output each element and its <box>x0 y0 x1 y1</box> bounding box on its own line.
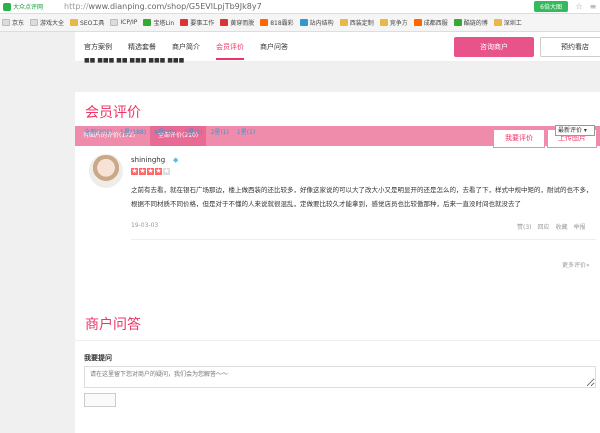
folder-icon <box>339 19 348 26</box>
bookmark-folder[interactable]: SEO工具 <box>70 18 104 27</box>
site-icon <box>453 19 462 26</box>
review-username[interactable]: shininghg <box>131 156 165 164</box>
star-icon: ★ <box>139 167 146 175</box>
book-visit-button[interactable]: 预约看店 <box>540 37 600 57</box>
bookmark-folder[interactable]: 深圳工 <box>493 18 522 27</box>
bookmark-item[interactable]: 京东 <box>2 18 24 27</box>
star-icon[interactable]: ☆ <box>572 2 586 11</box>
site-icon <box>413 19 422 26</box>
folder-icon <box>70 19 79 26</box>
qa-panel: 商户问答 我要提问 <box>75 300 600 433</box>
bookmark-folder[interactable]: 西装定制 <box>339 18 374 27</box>
url-protocol: http:// <box>64 2 89 11</box>
tab-official-cases[interactable]: 官方案例 <box>84 42 112 52</box>
folder-icon <box>493 19 502 26</box>
bookmark-item[interactable]: 818霸彩 <box>260 18 294 27</box>
page-icon <box>110 19 119 26</box>
scrolled-content-remnant: ■■ ■■■ ■■ ■■■ ■■■ ■■■ <box>84 57 185 64</box>
qa-title: 商户问答 <box>85 317 141 333</box>
bookmark-item[interactable]: 酷链的博 <box>453 18 488 27</box>
consult-button[interactable]: 咨询商户 <box>454 37 534 57</box>
tab-title-text: 大众点评网 <box>13 4 44 11</box>
favorite-button[interactable]: 收藏 <box>556 222 568 231</box>
star-rating: ★ ★ ★ ★ ★ <box>131 168 170 175</box>
shop-nav: 官方案例 精选套餐 商户简介 会员评价 商户问答 咨询商户 预约看店 ■■ ■■… <box>75 32 600 64</box>
star-icon: ★ <box>131 167 138 175</box>
like-button[interactable]: 赞(3) <box>517 222 532 231</box>
bookmark-item[interactable]: 黄穿而脱 <box>220 18 254 27</box>
report-button[interactable]: 举报 <box>574 222 586 231</box>
bookmark-item[interactable]: ICP/IP <box>110 19 137 26</box>
sort-select[interactable]: 最新评价 ▾ <box>555 125 595 136</box>
tab-shop-qa[interactable]: 商户问答 <box>260 42 288 52</box>
bookmark-item[interactable]: 要事工作 <box>180 18 214 27</box>
tab-featured-packages[interactable]: 精选套餐 <box>128 42 156 52</box>
divider <box>75 340 600 341</box>
review-text: 之前有去看，就在银石广场那边，楼上做西装的还比较多，好像这家说的可以大了改大小又… <box>131 186 593 208</box>
site-icon <box>260 19 269 26</box>
more-icon[interactable]: ≡ <box>586 2 600 11</box>
site-icon <box>299 19 308 26</box>
tab-shop-intro[interactable]: 商户简介 <box>172 42 200 52</box>
bookmark-item[interactable]: 宝塔Lin <box>143 18 174 27</box>
bookmark-item[interactable]: 游戏大全 <box>30 18 64 27</box>
url-field[interactable]: http://www.dianping.com/shop/G5EVlLpjTb9… <box>60 2 534 11</box>
bookmark-folder[interactable]: 竞争方 <box>379 18 408 27</box>
review-date: 19-03-03 <box>131 222 159 229</box>
star-icon: ★ <box>147 167 154 175</box>
write-review-button[interactable]: 我要评价 <box>493 129 545 148</box>
filter-1-star[interactable]: 1星(1) <box>237 127 255 136</box>
bookmark-item[interactable]: 成都西服 <box>413 18 448 27</box>
review-actions: 赞(3) 回应 收藏 举报 <box>517 222 586 231</box>
avatar[interactable] <box>89 154 123 188</box>
browser-tab[interactable]: 大众点评网 <box>0 2 60 11</box>
more-reviews-link[interactable]: 更多评价» <box>562 260 590 269</box>
divider <box>131 239 596 240</box>
reviews-title: 会员评价 <box>85 105 141 121</box>
filter-3-star[interactable]: 3星(1) <box>184 127 202 136</box>
bookmarks-bar: 京东 游戏大全 SEO工具 ICP/IP 宝塔Lin 要事工作 黄穿而脱 818… <box>0 14 600 32</box>
dianping-favicon-icon <box>3 2 11 11</box>
browser-address-bar: 大众点评网 http://www.dianping.com/shop/G5EVl… <box>0 0 600 14</box>
filter-all[interactable]: 全部(201) <box>84 127 112 136</box>
rating-filters: 全部(201) 5星(188) 4星(10) 3星(1) 2星(1) 1星(1) <box>84 127 255 136</box>
site-icon <box>143 19 152 26</box>
image-zoom-extension-button[interactable]: 6倍大图 <box>534 1 568 12</box>
url-path: www.dianping.com/shop/G5EVlLpjTb9Jk8y7 <box>88 2 262 11</box>
star-icon: ★ <box>155 167 162 175</box>
site-icon <box>220 19 229 26</box>
page-icon <box>30 19 39 26</box>
page-icon <box>2 19 10 26</box>
star-icon: ★ <box>163 167 170 175</box>
folder-icon <box>379 19 388 26</box>
filter-4-star[interactable]: 4星(10) <box>154 127 176 136</box>
page-content: 官方案例 精选套餐 商户简介 会员评价 商户问答 咨询商户 预约看店 ■■ ■■… <box>75 32 600 433</box>
filter-5-star[interactable]: 5星(188) <box>120 127 146 136</box>
ask-question-label: 我要提问 <box>84 354 112 362</box>
question-input[interactable] <box>84 366 596 388</box>
reply-button[interactable]: 回应 <box>538 222 550 231</box>
tab-member-reviews[interactable]: 会员评价 <box>216 42 244 60</box>
diamond-icon: ◆ <box>173 156 179 164</box>
bookmark-item[interactable]: 站内结构 <box>299 18 334 27</box>
site-icon <box>180 19 189 26</box>
filter-2-star[interactable]: 2星(1) <box>211 127 229 136</box>
submit-question-button[interactable] <box>84 393 116 407</box>
